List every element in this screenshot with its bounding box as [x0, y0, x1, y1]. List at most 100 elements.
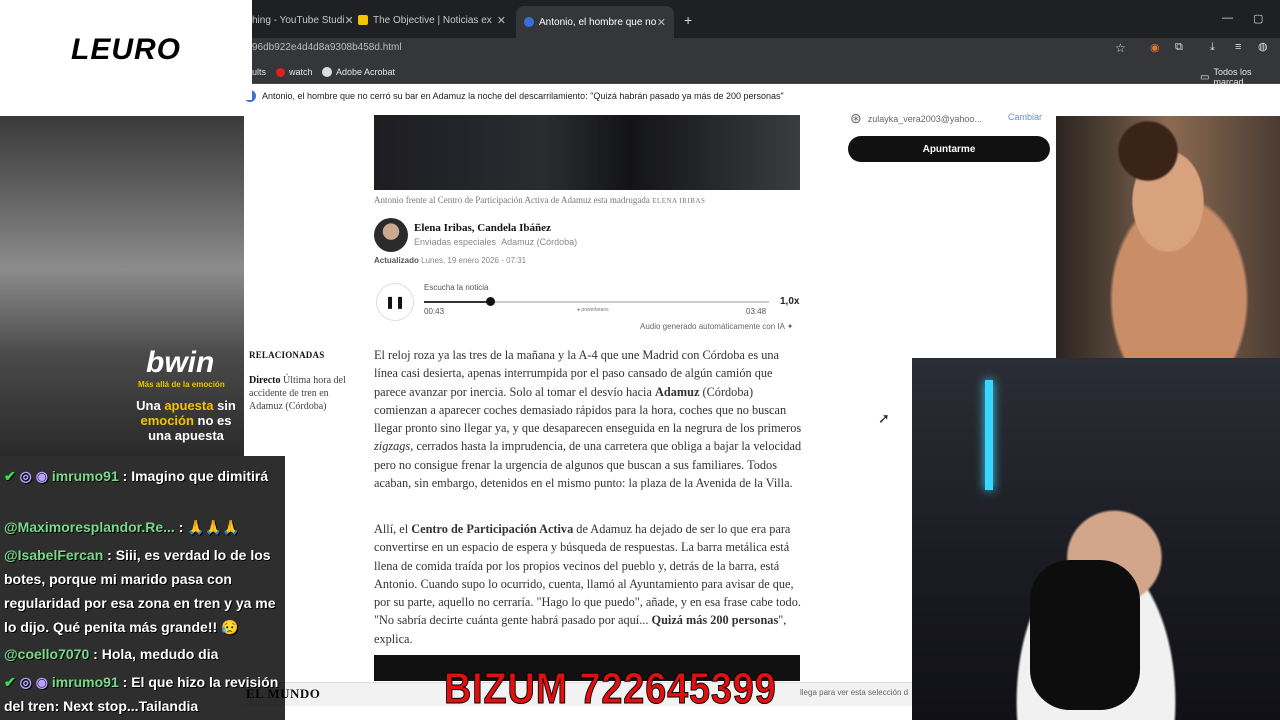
chat-sep: :: [118, 468, 132, 484]
close-icon[interactable]: ✕: [497, 14, 506, 27]
article-paragraph-1: El reloj roza ya las tres de la mañana y…: [374, 346, 802, 492]
subscribe-button[interactable]: Apuntarme: [848, 136, 1050, 162]
p2-bold: Quizá más 200 personas: [651, 613, 779, 628]
youtube-icon: [276, 67, 285, 77]
download-icon[interactable]: ⤓: [1210, 41, 1215, 54]
tab-the-objective[interactable]: The Objective | Noticias ex ✕: [358, 8, 506, 32]
maximize-icon[interactable]: ▢: [1253, 12, 1263, 25]
bookmark-watch[interactable]: watch: [276, 67, 313, 77]
bwin-tagline: Más allá de la emoción: [138, 380, 225, 389]
chat-text: 🙏🙏🙏: [187, 519, 240, 535]
chat-sep: :: [118, 674, 132, 690]
updated-value: Lunes, 19 enero 2026 - 07:31: [421, 256, 527, 265]
location-text: Adamuz (Córdoba): [501, 237, 578, 247]
slogan-highlight: apuesta: [164, 398, 214, 413]
caption-text: Antonio frente al Centro de Participació…: [374, 195, 650, 205]
close-icon[interactable]: ✕: [344, 14, 352, 27]
playback-speed-button[interactable]: 1,0x: [780, 296, 799, 307]
leuro-logo: LEURO: [0, 0, 252, 100]
mouse-cursor-icon: ➚: [878, 410, 890, 426]
close-icon[interactable]: ✕: [657, 16, 666, 29]
caption-credit: ELENA IRIBAS: [652, 197, 706, 205]
sparkle-icon: ✦: [786, 322, 794, 331]
updated-label: Actualizado: [374, 256, 419, 265]
author-avatar: [374, 218, 408, 252]
brand-text: powerbeans: [581, 307, 609, 313]
url-text[interactable]: 96db922e4d4d8a9308b458d.html: [252, 42, 402, 53]
powerbeans-logo: ● powerbeans: [577, 307, 609, 313]
consent-note: llega para ver esta selección d: [800, 688, 909, 697]
extension-icon[interactable]: ◉: [1150, 41, 1160, 54]
bwin-logo: bwin: [146, 346, 215, 379]
bwin-ad-slogan: Una apuesta sin emoción no es una apuest…: [136, 398, 236, 443]
new-tab-icon[interactable]: +: [684, 12, 692, 28]
audio-progress-fill: [424, 301, 490, 303]
ai-note-text: Audio generado automáticamente con IA: [640, 322, 785, 331]
favicon-icon: [524, 17, 534, 27]
p2-bold: Centro de Participación Activa: [411, 522, 574, 536]
menu-icon[interactable]: ≡: [1235, 41, 1241, 53]
microphone: [1030, 560, 1140, 710]
article-photo: [374, 115, 800, 190]
change-email-link[interactable]: Cambiar: [1008, 112, 1042, 122]
chat-user: @Maximoresplandor.Re...: [4, 519, 175, 535]
headline-text: Antonio, el hombre que no cerró su bar e…: [262, 91, 784, 101]
chat-text: Hola, medudo dia: [101, 646, 219, 662]
bookmark-label: ults: [252, 67, 267, 77]
pause-icon: ❚❚: [384, 295, 406, 309]
related-link[interactable]: Directo Última hora del accidente de tre…: [249, 374, 359, 413]
bookmark-adobe-acrobat[interactable]: Adobe Acrobat: [322, 67, 395, 77]
total-time: 03:48: [746, 307, 767, 316]
chat-message: @coello7070 : Hola, medudo dia: [4, 642, 282, 666]
p1-text: , cerrados hasta la imprudencia, de una …: [374, 439, 802, 491]
bookmark-item[interactable]: ults: [252, 67, 266, 77]
p2-text: de Adamuz ha dejado de ser lo que era pa…: [374, 522, 801, 628]
bookmark-label: watch: [289, 67, 313, 77]
puzzle-icon[interactable]: ⧉: [1175, 41, 1183, 54]
chat-text: Imagino que dimitirá: [131, 468, 269, 484]
folder-icon: ▭: [1200, 71, 1210, 83]
chat-sep: :: [103, 547, 116, 563]
bookmark-label: Adobe Acrobat: [336, 67, 396, 77]
globe-icon: [322, 67, 332, 77]
star-icon[interactable]: ☆: [1115, 41, 1126, 55]
bizum-banner: BIZUM 722645399: [444, 664, 777, 714]
ai-audio-note: Audio generado automáticamente con IA ✦: [640, 322, 793, 331]
chat-message: ✔ ◎ ◉ imrumo91 : El que hizo la revisión…: [4, 674, 279, 714]
tab-youtube-studio[interactable]: hing - YouTube Studi ✕: [252, 8, 352, 32]
pause-button[interactable]: ❚❚: [376, 283, 414, 321]
related-live-label: Directo: [249, 375, 281, 386]
chat-user: imrumo91: [51, 674, 119, 690]
tab-label: The Objective | Noticias ex: [373, 14, 492, 26]
chat-user: imrumo91: [51, 468, 119, 484]
tab-antonio-article[interactable]: Antonio, el hombre que no ✕: [516, 6, 674, 38]
article-paragraph-2: Allí, el Centro de Participación Activa …: [374, 520, 802, 648]
user-icon: ⊛: [850, 110, 862, 126]
chat-sep: :: [89, 646, 102, 662]
audio-progress-handle[interactable]: [485, 297, 495, 306]
slogan-highlight: emoción: [140, 413, 194, 428]
slogan-part: sin: [213, 398, 236, 413]
photo-caption: Antonio frente al Centro de Participació…: [374, 195, 705, 205]
chat-user: @IsabelFercan: [4, 547, 104, 563]
related-heading: RELACIONADAS: [249, 350, 325, 360]
role-text: Enviadas especiales: [414, 237, 497, 247]
minimize-icon[interactable]: —: [1222, 12, 1233, 24]
p1-italic: zigzags: [374, 439, 411, 454]
ad-person-hair: [1110, 116, 1186, 186]
p2-text: Allí, el: [374, 522, 412, 536]
led-light: [985, 380, 993, 490]
chat-user: @coello7070: [4, 646, 90, 662]
chat-message: ✔ ◎ ◉ imrumo91 : Imagino que dimitirá: [4, 468, 269, 484]
chat-message: @IsabelFercan : Siii, es verdad lo de lo…: [4, 543, 282, 639]
profile-icon[interactable]: ◍: [1258, 40, 1268, 53]
chat-sep: :: [174, 519, 188, 535]
chat-message: @Maximoresplandor.Re... : 🙏🙏🙏: [4, 515, 282, 539]
sticky-headline: Antonio, el hombre que no cerró su bar e…: [244, 90, 784, 102]
elapsed-time: 00:43: [424, 307, 445, 316]
email-text: zulayka_vera2003@yahoo...: [867, 113, 982, 124]
author-names[interactable]: Elena Iribas, Candela Ibáñez: [414, 222, 551, 234]
p1-bold: Adamuz: [655, 384, 700, 399]
newsletter-email: ⊛ zulayka_vera2003@yahoo...: [850, 110, 982, 127]
slogan-part: Una: [136, 398, 165, 413]
